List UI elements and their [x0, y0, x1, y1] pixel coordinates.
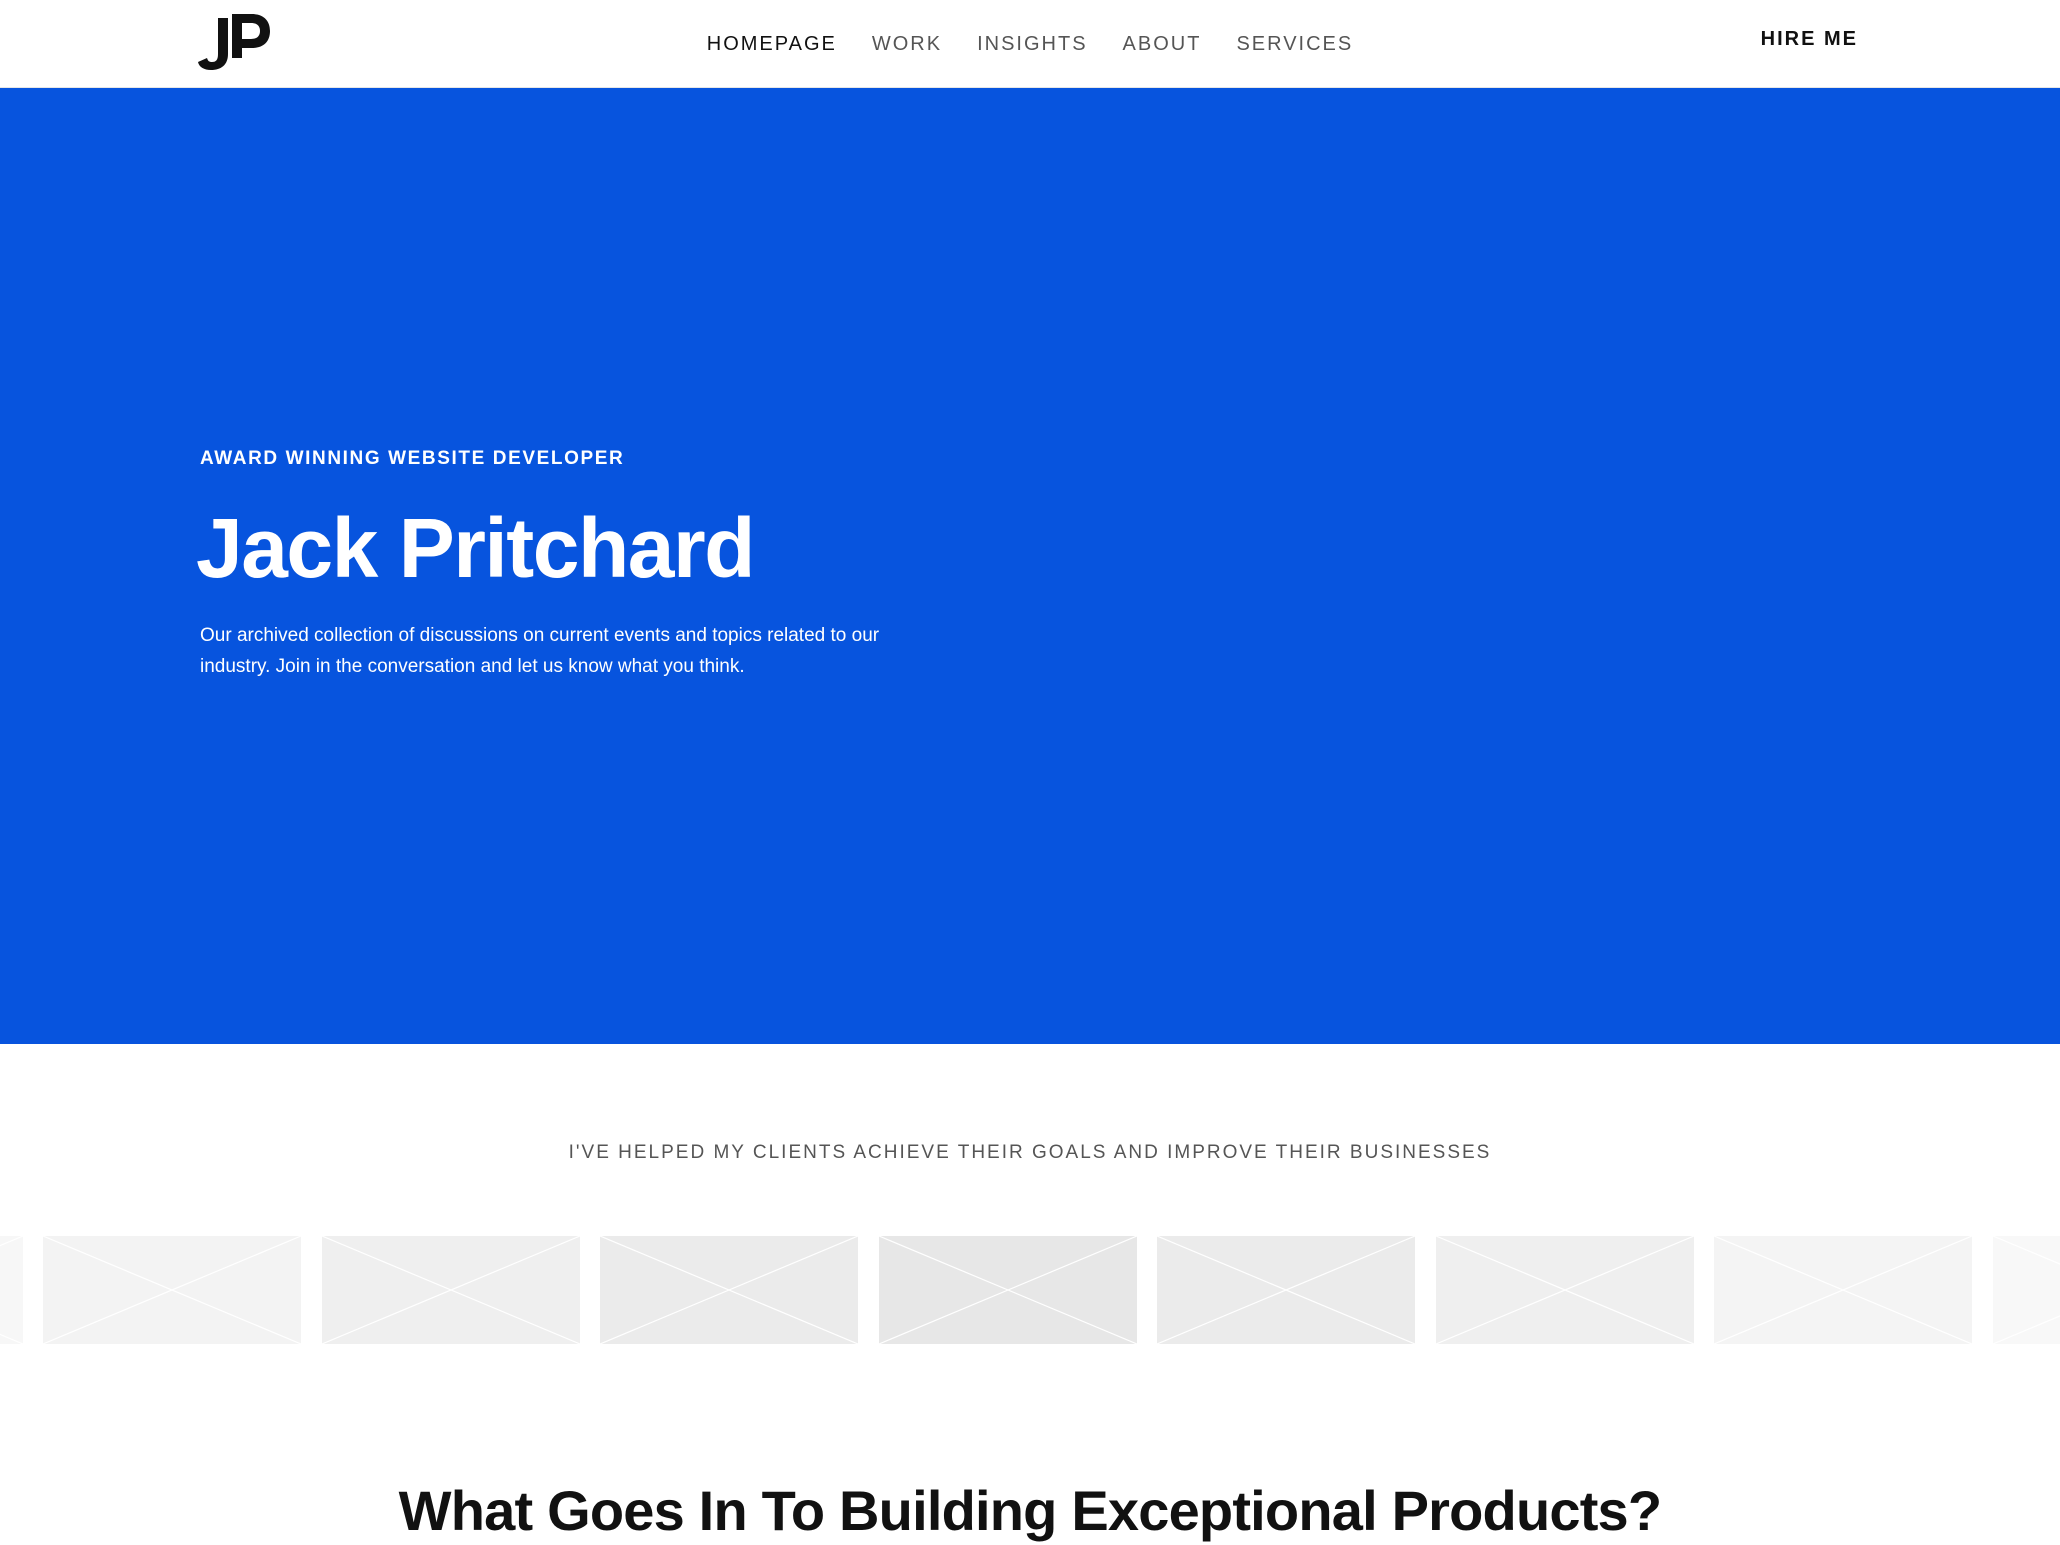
hero-section: AWARD WINNING WEBSITE DEVELOPER Jack Pri…: [0, 88, 2060, 1044]
client-logo-5: [878, 1236, 1137, 1344]
client-logo-6: [1157, 1236, 1415, 1344]
image-placeholder-icon: [321, 1236, 580, 1344]
nav-item-insights[interactable]: INSIGHTS: [977, 33, 1087, 56]
image-placeholder-icon: [0, 1236, 23, 1344]
main-nav: HOMEPAGE WORK INSIGHTS ABOUT SERVICES: [0, 0, 2060, 88]
site-header: HOMEPAGE WORK INSIGHTS ABOUT SERVICES HIRE M…: [0, 0, 2060, 88]
client-logo-8: [1714, 1236, 1972, 1344]
image-placeholder-icon: [1714, 1236, 1972, 1344]
client-logo-7: [1435, 1236, 1694, 1344]
hero-eyebrow: AWARD WINNING WEBSITE DEVELOPER: [200, 448, 625, 469]
clients-heading: I'VE HELPED MY CLIENTS ACHIEVE THEIR GOA…: [568, 1142, 1492, 1163]
image-placeholder-icon: [878, 1236, 1137, 1344]
nav-item-services[interactable]: SERVICES: [1236, 33, 1353, 56]
image-placeholder-icon: [1992, 1236, 2060, 1344]
nav-list: HOMEPAGE WORK INSIGHTS ABOUT SERVICES: [707, 33, 1353, 56]
nav-item-about[interactable]: ABOUT: [1123, 33, 1202, 56]
hero-title: Jack Pritchard: [196, 501, 755, 595]
jp-logo[interactable]: [198, 12, 272, 72]
hire-me-button[interactable]: HIRE ME: [1761, 28, 1858, 51]
image-placeholder-icon: [1157, 1236, 1415, 1344]
hero-description: Our archived collection of discussions o…: [200, 625, 880, 677]
image-placeholder-icon: [1435, 1236, 1694, 1344]
nav-item-homepage[interactable]: HOMEPAGE: [707, 33, 837, 56]
client-logo-9: [1992, 1236, 2060, 1344]
client-logo-3: [321, 1236, 580, 1344]
client-logo-2: [43, 1236, 301, 1344]
section-title: What Goes In To Building Exceptional Pro…: [398, 1479, 1662, 1542]
client-logo-strip: [0, 1236, 2060, 1344]
nav-item-work[interactable]: WORK: [872, 33, 942, 56]
client-logo-1: [0, 1236, 23, 1344]
image-placeholder-icon: [43, 1236, 301, 1344]
image-placeholder-icon: [600, 1236, 858, 1344]
client-logo-4: [600, 1236, 858, 1344]
